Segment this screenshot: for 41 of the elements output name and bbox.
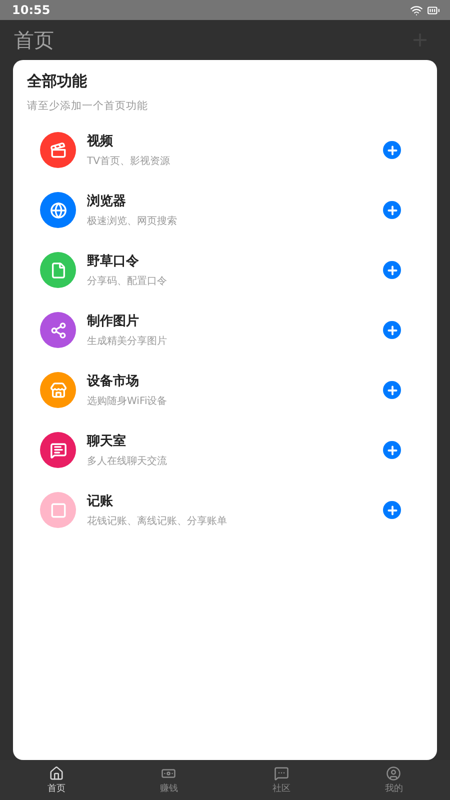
plus-icon [386,144,398,156]
nav-tab[interactable]: 我的 [338,760,450,800]
feature-name: 视频 [87,133,113,150]
add-button[interactable] [383,501,401,519]
dialog-subtitle: 请至少添加一个首页功能 [27,99,148,113]
plus-icon [386,384,398,396]
add-button[interactable] [383,201,401,219]
user-icon [386,766,402,780]
dialog-title: 全部功能 [27,72,87,91]
wifi-icon [410,4,423,16]
nav-tab[interactable]: 赚钱 [112,760,225,800]
nav-tab[interactable]: 社区 [225,760,338,800]
feature-description: TV首页、影视资源 [87,154,170,168]
feature-name: 制作图片 [87,313,139,330]
feature-description: 生成精美分享图片 [87,334,167,348]
feature-name: 浏览器 [87,192,126,210]
chat-icon [274,766,289,780]
feature-description: 多人在线聊天交流 [87,454,167,468]
feature-name: 记账 [87,493,113,510]
plus-icon [386,324,398,336]
add-button[interactable] [383,441,401,459]
plus-icon [386,504,398,516]
feature-description: 花钱记账、离线记账、分享账单 [87,514,227,528]
plus-icon [386,204,398,216]
feature-name: 聊天室 [87,432,126,450]
plus-icon [386,264,398,276]
page-title: 首页 [14,26,54,54]
battery-icon [427,4,440,16]
add-button[interactable] [383,261,401,279]
feature-name: 设备市场 [87,372,139,390]
home-icon [48,766,64,780]
nav-tab[interactable]: 首页 [0,760,112,800]
status-time: 10:55 [12,3,50,17]
feature-description: 选购随身WiFi设备 [87,394,168,408]
add-button[interactable] [383,321,401,339]
feature-description: 分享码、配置口令 [87,274,167,288]
plus-icon [386,444,398,456]
feature-description: 极速浏览、网页搜索 [87,214,177,228]
add-button[interactable] [383,381,401,399]
add-button[interactable] [383,141,401,159]
feature-name: 野草口令 [87,253,139,270]
